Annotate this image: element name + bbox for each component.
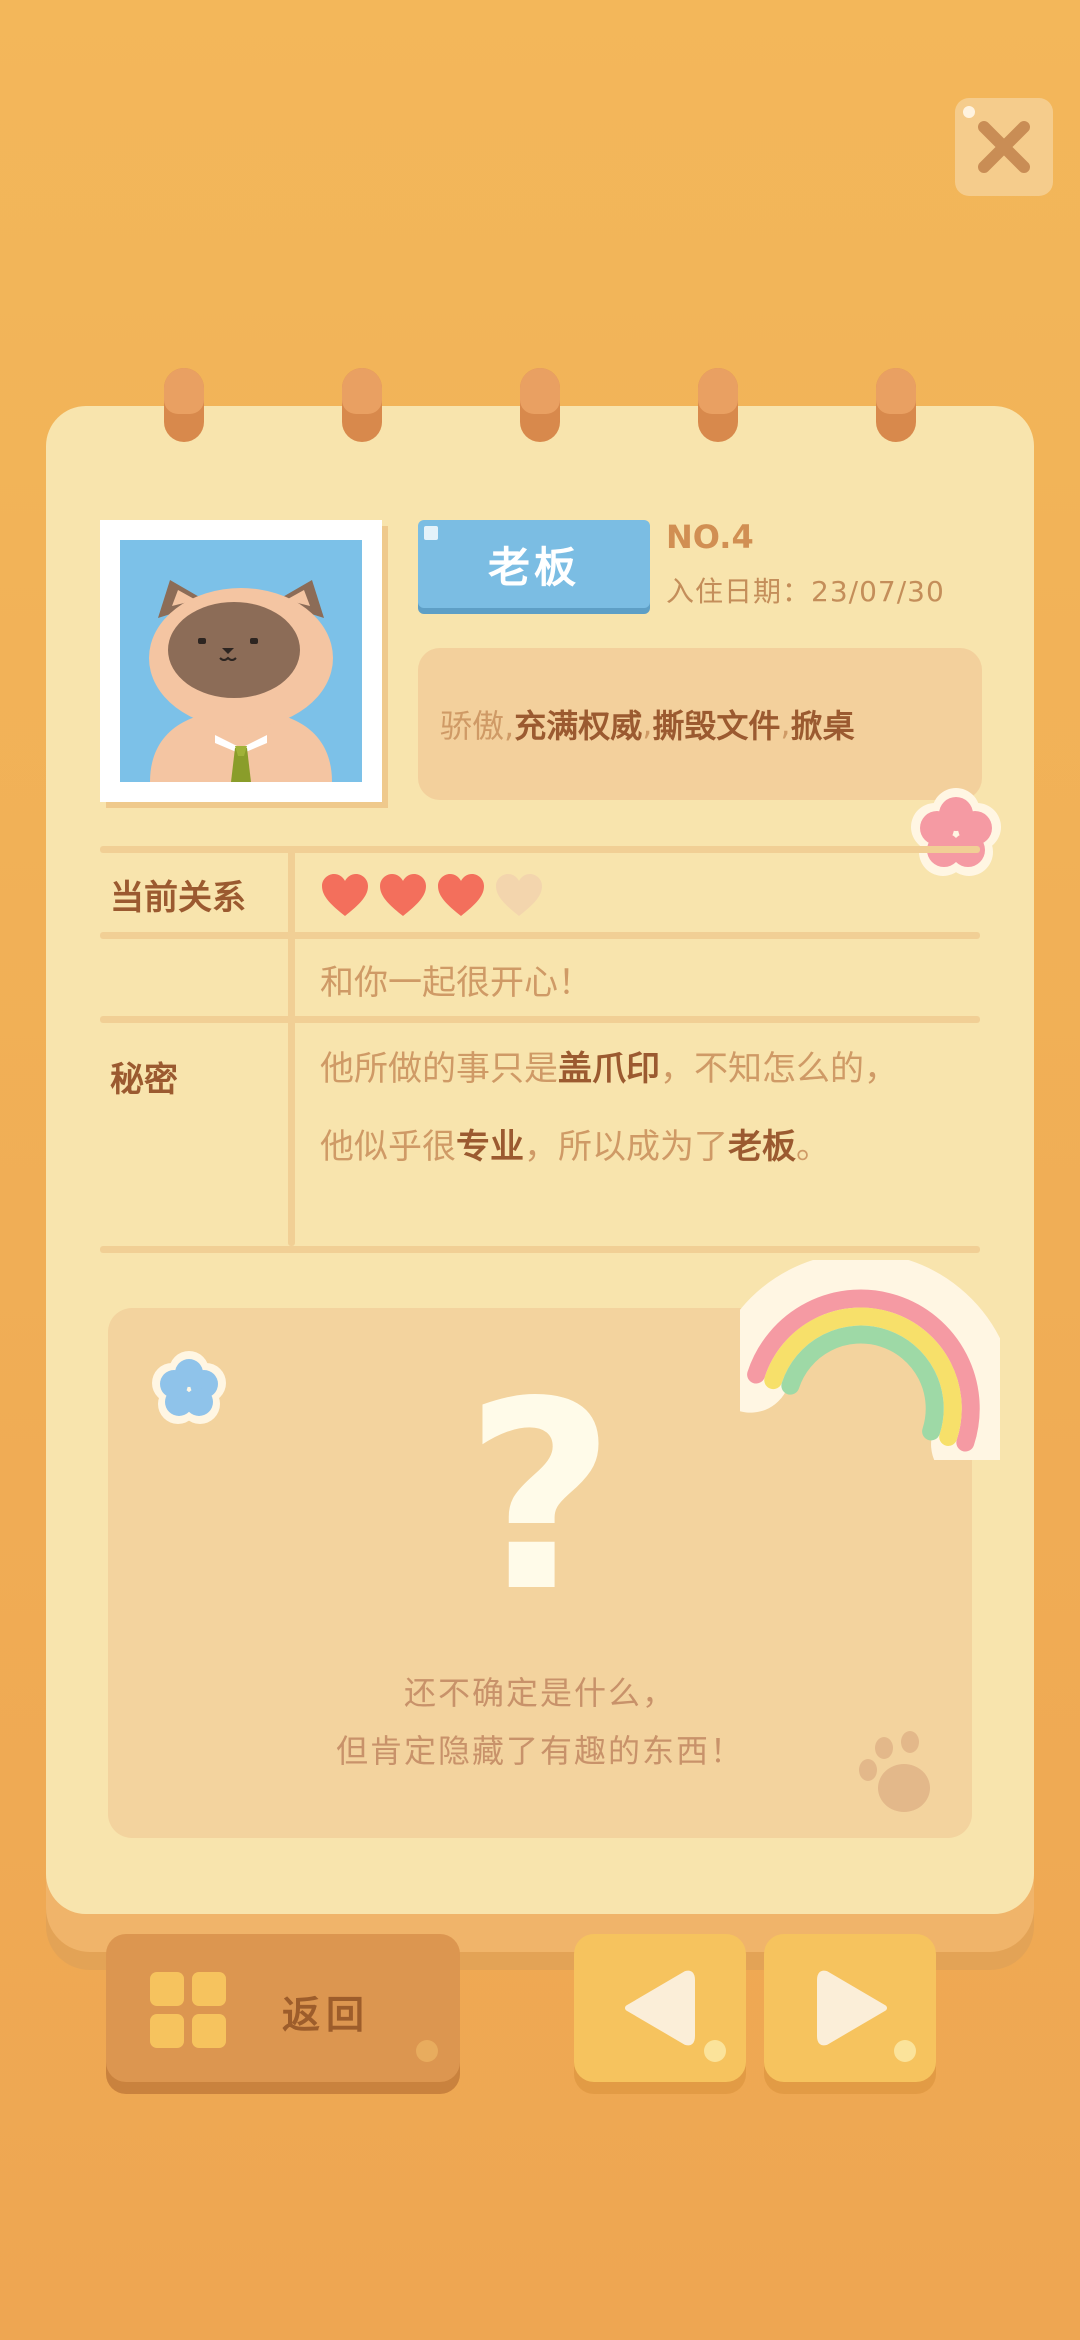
rainbow-sticker [740,1260,1000,1460]
traits-box: 骄傲, 充满权威 , 撕毁文件 , 掀桌 [418,648,982,800]
trait-text: 充满权威 [514,707,643,745]
binder-ring [342,368,382,442]
table-divider [100,846,980,853]
paw-print-icon [859,1731,930,1812]
trait-separator: , [642,705,653,743]
corner-dot [416,2040,438,2062]
cat-boss-illustration [149,580,333,782]
back-button-label: 返回 [282,1993,371,2037]
next-button[interactable] [764,1934,936,2082]
secret-text: ，所以成为了 [524,1127,728,1167]
checkin-date: 入住日期：23/07/30 [666,575,945,608]
relationship-label: 当前关系 [110,878,246,918]
corner-dot [894,2040,916,2062]
secret-text: 他似乎很 [320,1127,456,1167]
heart-filled-icon [438,874,484,916]
character-portrait [120,540,362,782]
relationship-hearts [320,872,544,918]
secret-text: 。 [796,1127,830,1167]
secret-text-line-1: 他所做的事只是盖爪印，不知怎么的， [320,1030,898,1108]
close-x-icon [978,121,1030,173]
blue-flower-sticker [152,1351,226,1424]
trait-separator: , [780,705,791,743]
table-column-divider [288,846,295,1246]
secret-text-line-2: 他似乎很专业，所以成为了老板。 [320,1108,830,1186]
grid-icon [150,1972,226,2048]
trait-text: 撕毁文件 [652,707,781,745]
binder-ring [520,368,560,442]
heart-filled-icon [380,874,426,916]
triangle-right-icon [817,1970,887,2046]
secret-text: 他所做的事只是 [320,1049,558,1089]
character-number: NO.4 [666,518,754,556]
secret-label: 秘密 [110,1060,178,1100]
binder-ring [876,368,916,442]
corner-dot [704,2040,726,2062]
secret-highlight: 盖爪印 [558,1049,660,1089]
secret-highlight: 专业 [456,1127,524,1167]
binder-ring [164,368,204,442]
table-divider [100,1246,980,1253]
triangle-left-icon [625,1970,695,2046]
secret-text: ，不知怎么的， [660,1049,898,1089]
previous-button[interactable] [574,1934,746,2082]
binder-ring [698,368,738,442]
mystery-text-line-1: 还不确定是什么， [403,1674,676,1712]
character-name-tag: 老板 [418,520,650,608]
back-button[interactable]: 返回 [106,1934,460,2082]
highlight-dot [963,106,975,118]
close-button[interactable] [955,98,1053,196]
pink-flower-sticker [911,788,1001,876]
portrait-frame [100,520,382,802]
heart-empty-icon [496,874,542,916]
trait-text: 掀桌 [790,707,855,745]
secret-highlight: 老板 [728,1127,796,1167]
mystery-text-line-2: 但肯定隐藏了有趣的东西！ [335,1732,744,1770]
trait-text: 骄傲, [440,707,515,745]
heart-filled-icon [322,874,368,916]
relationship-comment: 和你一起很开心！ [320,963,592,1003]
table-divider [100,932,980,939]
